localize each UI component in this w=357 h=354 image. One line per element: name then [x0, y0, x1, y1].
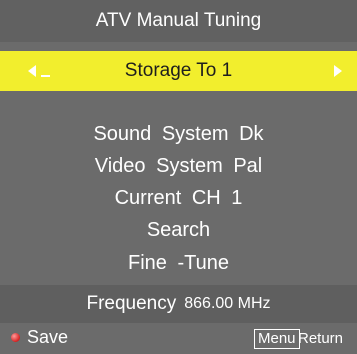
- frequency-display: Frequency 866.00 MHz: [0, 285, 357, 323]
- menu-item-sound-system[interactable]: Sound System Dk: [0, 116, 357, 152]
- menu-item-search[interactable]: Search: [0, 212, 357, 248]
- cursor-dash: [41, 75, 50, 77]
- return-hint: Return: [298, 330, 344, 347]
- save-hint: Save: [27, 327, 69, 347]
- atv-manual-tuning-menu: ATV Manual Tuning Storage To 1 Sound Sys…: [0, 0, 357, 354]
- menu-item-fine-tune[interactable]: Fine -Tune: [0, 245, 357, 281]
- arrow-left-icon[interactable]: [28, 65, 36, 77]
- footer-bar: Save Menu Return: [0, 323, 357, 354]
- menu-item-current-ch[interactable]: Current CH 1: [0, 180, 357, 216]
- arrow-right-icon[interactable]: [334, 65, 342, 77]
- menu-title: ATV Manual Tuning: [0, 0, 357, 42]
- red-button-icon: [11, 333, 20, 342]
- storage-row-selected[interactable]: Storage To 1: [0, 51, 357, 91]
- storage-label: Storage To 1: [124, 60, 233, 81]
- frequency-value: 866.00 MHz: [184, 295, 271, 312]
- frequency-label: Frequency: [86, 293, 177, 314]
- menu-item-video-system[interactable]: Video System Pal: [0, 148, 357, 184]
- menu-key-icon: Menu: [254, 329, 300, 349]
